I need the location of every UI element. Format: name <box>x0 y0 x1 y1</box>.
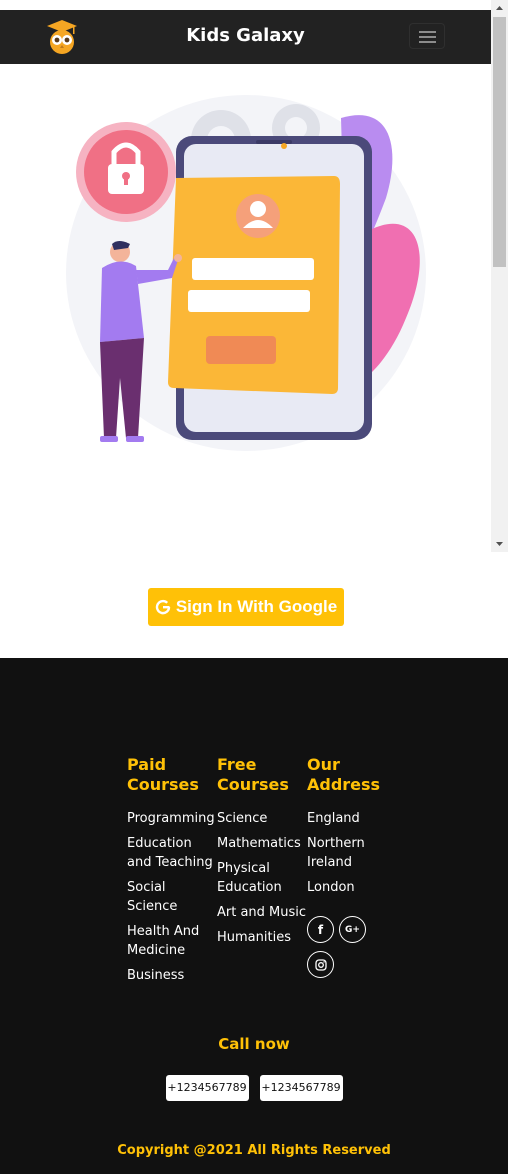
instagram-glyph <box>314 958 327 971</box>
free-courses-column: Free Courses Science Mathematics Physica… <box>217 755 307 953</box>
facebook-glyph: f <box>317 922 324 937</box>
vertical-scrollbar[interactable] <box>491 0 508 552</box>
paid-course-link[interactable]: Business <box>127 966 217 985</box>
footer: Paid Courses Programming Education and T… <box>0 658 508 1174</box>
google-plus-icon[interactable]: G+ <box>339 916 366 943</box>
scroll-up-arrow-icon[interactable] <box>491 0 508 17</box>
free-course-link[interactable]: Art and Music <box>217 903 307 922</box>
call-now-heading: Call now <box>218 1035 290 1053</box>
scrollbar-thumb[interactable] <box>493 17 506 267</box>
sign-in-with-google-button[interactable]: Sign In With Google <box>148 588 344 626</box>
paid-courses-heading: Paid Courses <box>127 755 199 794</box>
phone-button[interactable]: +1234567789 <box>259 1075 343 1101</box>
google-plus-glyph: G+ <box>345 924 360 935</box>
address-item: England <box>307 811 360 826</box>
facebook-icon[interactable]: f <box>307 916 334 943</box>
free-course-link[interactable]: Humanities <box>217 928 307 947</box>
free-course-link[interactable]: Science <box>217 809 307 828</box>
sign-in-label: Sign In With Google <box>175 597 338 616</box>
phone-button[interactable]: +1234567789 <box>165 1075 249 1101</box>
instagram-icon[interactable] <box>307 951 334 978</box>
our-address-column: Our Address England Northern Ireland Lon… <box>307 755 381 903</box>
hamburger-menu-icon[interactable] <box>409 23 445 49</box>
paid-courses-column: Paid Courses Programming Education and T… <box>127 755 217 991</box>
paid-course-link[interactable]: Programming <box>127 809 217 828</box>
paid-course-link[interactable]: Education and Teaching <box>127 834 217 872</box>
google-g-icon <box>155 599 171 615</box>
paid-course-link[interactable]: Health And Medicine <box>127 922 217 960</box>
address-item: Northern Ireland <box>307 836 365 870</box>
phone-buttons: +1234567789 +1234567789 <box>0 1075 508 1101</box>
scroll-down-arrow-icon[interactable] <box>491 535 508 552</box>
free-course-link[interactable]: Mathematics <box>217 834 307 853</box>
copyright-text: Copyright @2021 All Rights Reserved <box>117 1143 391 1158</box>
social-links: f G+ <box>307 916 377 986</box>
our-address-heading: Our Address <box>307 755 381 794</box>
navbar: Kids Galaxy <box>0 10 491 64</box>
login-illustration <box>66 95 426 451</box>
address-item: London <box>307 880 355 895</box>
free-courses-heading: Free Courses <box>217 755 289 794</box>
free-course-link[interactable]: Physical Education <box>217 859 307 897</box>
paid-course-link[interactable]: Social Science <box>127 878 217 916</box>
